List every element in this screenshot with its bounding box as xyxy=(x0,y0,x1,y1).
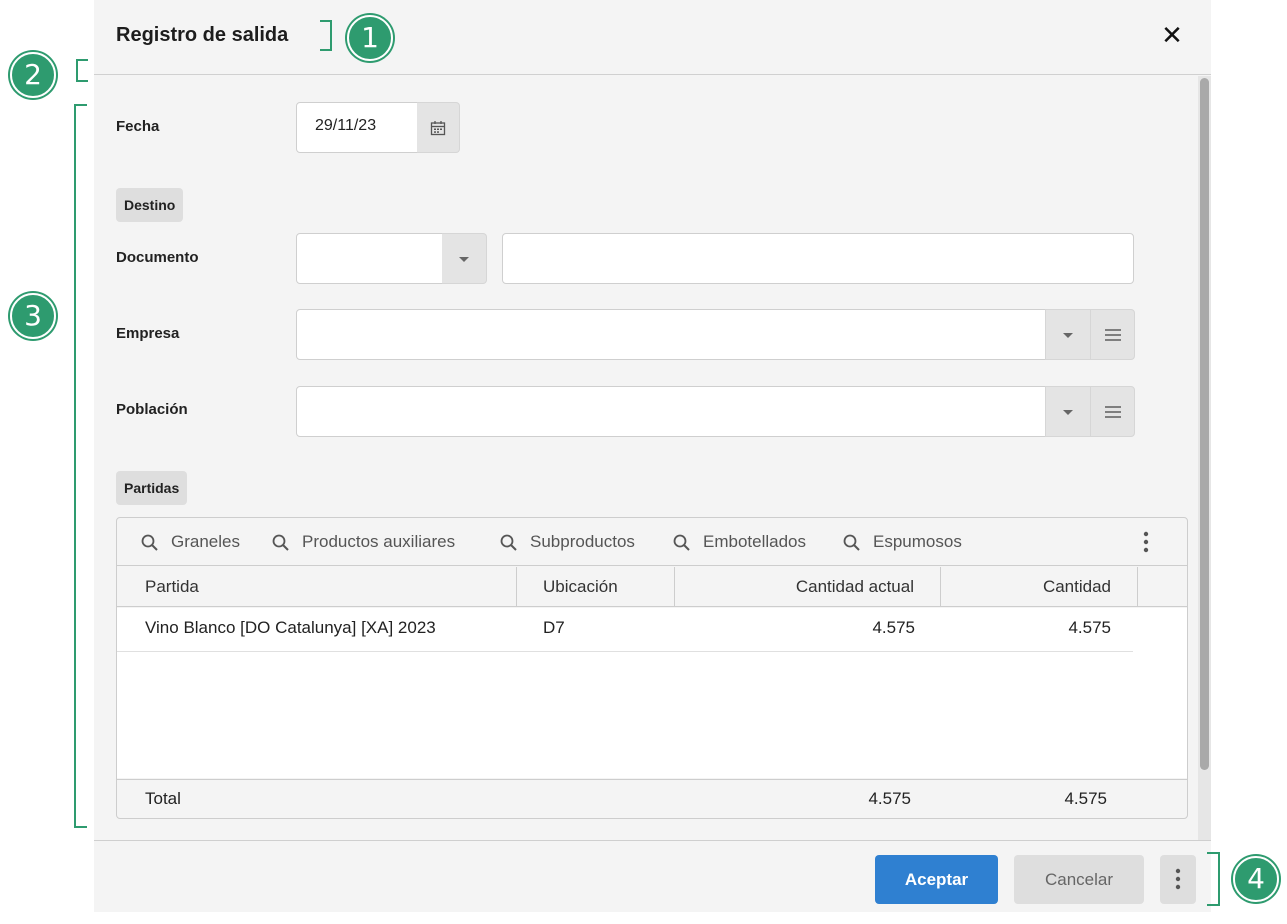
documento-dropdown-button[interactable] xyxy=(442,233,487,284)
annotation-bracket-1 xyxy=(320,20,332,51)
dialog-title: Registro de salida xyxy=(116,24,289,46)
poblacion-list-button[interactable] xyxy=(1090,386,1135,437)
dialog-header: Registro de salida ✕ xyxy=(94,0,1211,75)
toolbar-label: Graneles xyxy=(171,532,240,551)
aceptar-button[interactable]: Aceptar xyxy=(875,855,998,904)
annotation-badge-3: 3 xyxy=(10,293,56,339)
table-row[interactable]: Vino Blanco [DO Catalunya] [XA] 2023 D7 … xyxy=(117,608,1133,652)
more-vertical-icon[interactable] xyxy=(1143,531,1149,553)
fecha-label: Fecha xyxy=(116,118,160,135)
toolbar-search-productos-auxiliares[interactable]: Productos auxiliares xyxy=(272,532,482,554)
toolbar-search-embotellados[interactable]: Embotellados xyxy=(673,532,823,554)
empresa-dropdown-button[interactable] xyxy=(1045,309,1090,360)
fecha-value: 29/11/23 xyxy=(315,117,377,134)
grid-toolbar: Graneles Productos auxiliares Subproduct… xyxy=(117,518,1187,566)
caret-down-icon xyxy=(1063,333,1073,338)
annotation-badge-1: 1 xyxy=(347,15,393,61)
annotation-badge-4: 4 xyxy=(1233,856,1279,902)
dialog-footer: Aceptar Cancelar xyxy=(94,840,1211,912)
toolbar-search-graneles[interactable]: Graneles xyxy=(141,532,251,554)
cell-cantidad[interactable]: 4.575 xyxy=(941,618,1111,638)
toolbar-search-subproductos[interactable]: Subproductos xyxy=(500,532,655,554)
column-header-cantidad[interactable]: Cantidad xyxy=(941,567,1138,606)
cell-cantidad-actual: 4.575 xyxy=(872,618,915,637)
poblacion-select[interactable] xyxy=(296,386,1135,437)
documento-number-input[interactable] xyxy=(502,233,1134,284)
grid-body: Vino Blanco [DO Catalunya] [XA] 2023 D7 … xyxy=(117,608,1187,778)
more-vertical-icon xyxy=(1175,868,1181,890)
annotation-bracket-4 xyxy=(1207,852,1220,906)
column-header-partida[interactable]: Partida xyxy=(117,567,517,606)
list-icon xyxy=(1105,329,1121,341)
total-cantidad: 4.575 xyxy=(1064,789,1107,808)
documento-type-select[interactable] xyxy=(296,233,487,284)
column-header-cantidad-actual[interactable]: Cantidad actual xyxy=(675,567,941,606)
scrollbar-thumb[interactable] xyxy=(1200,78,1209,770)
poblacion-label: Población xyxy=(116,401,188,418)
search-icon xyxy=(272,534,289,551)
empresa-select[interactable] xyxy=(296,309,1135,360)
grid-header-row: Partida Ubicación Cantidad actual Cantid… xyxy=(117,567,1187,607)
total-label: Total xyxy=(145,789,181,808)
annotation-bracket-3 xyxy=(74,104,87,828)
list-icon xyxy=(1105,406,1121,418)
close-icon[interactable]: ✕ xyxy=(1160,22,1184,48)
annotation-badge-2: 2 xyxy=(10,52,56,98)
cell-partida: Vino Blanco [DO Catalunya] [XA] 2023 xyxy=(145,618,436,637)
empresa-list-button[interactable] xyxy=(1090,309,1135,360)
cell-ubicacion: D7 xyxy=(543,618,565,637)
annotation-bracket-2 xyxy=(76,59,88,82)
toolbar-label: Productos auxiliares xyxy=(302,532,456,551)
search-icon xyxy=(673,534,690,551)
toolbar-label: Espumosos xyxy=(873,532,962,551)
fecha-input[interactable]: 29/11/23 xyxy=(296,102,460,153)
grid-footer-row: Total 4.575 4.575 xyxy=(117,779,1187,818)
toolbar-label: Subproductos xyxy=(530,532,635,551)
toolbar-label: Embotellados xyxy=(703,532,807,551)
total-cantidad-actual: 4.575 xyxy=(868,789,911,808)
search-icon xyxy=(141,534,158,551)
poblacion-dropdown-button[interactable] xyxy=(1045,386,1090,437)
destino-section-label: Destino xyxy=(116,188,184,222)
screenshot-stage: Registro de salida ✕ Fecha 29/11/23 Dest… xyxy=(0,0,1287,924)
calendar-icon xyxy=(430,121,446,136)
search-icon xyxy=(500,534,517,551)
partidas-grid: Graneles Productos auxiliares Subproduct… xyxy=(116,517,1188,819)
caret-down-icon xyxy=(1063,410,1073,415)
calendar-button[interactable] xyxy=(417,102,460,153)
partidas-section-label: Partidas xyxy=(116,471,188,505)
caret-down-icon xyxy=(459,257,469,262)
search-icon xyxy=(843,534,860,551)
cancelar-button[interactable]: Cancelar xyxy=(1014,855,1144,904)
empresa-label: Empresa xyxy=(116,325,180,342)
toolbar-search-espumosos[interactable]: Espumosos xyxy=(843,532,978,554)
column-header-ubicacion[interactable]: Ubicación xyxy=(517,567,675,606)
more-options-button[interactable] xyxy=(1160,855,1196,904)
documento-label: Documento xyxy=(116,249,199,266)
registro-salida-dialog: Registro de salida ✕ Fecha 29/11/23 Dest… xyxy=(94,0,1211,912)
scrollbar[interactable] xyxy=(1198,76,1211,840)
